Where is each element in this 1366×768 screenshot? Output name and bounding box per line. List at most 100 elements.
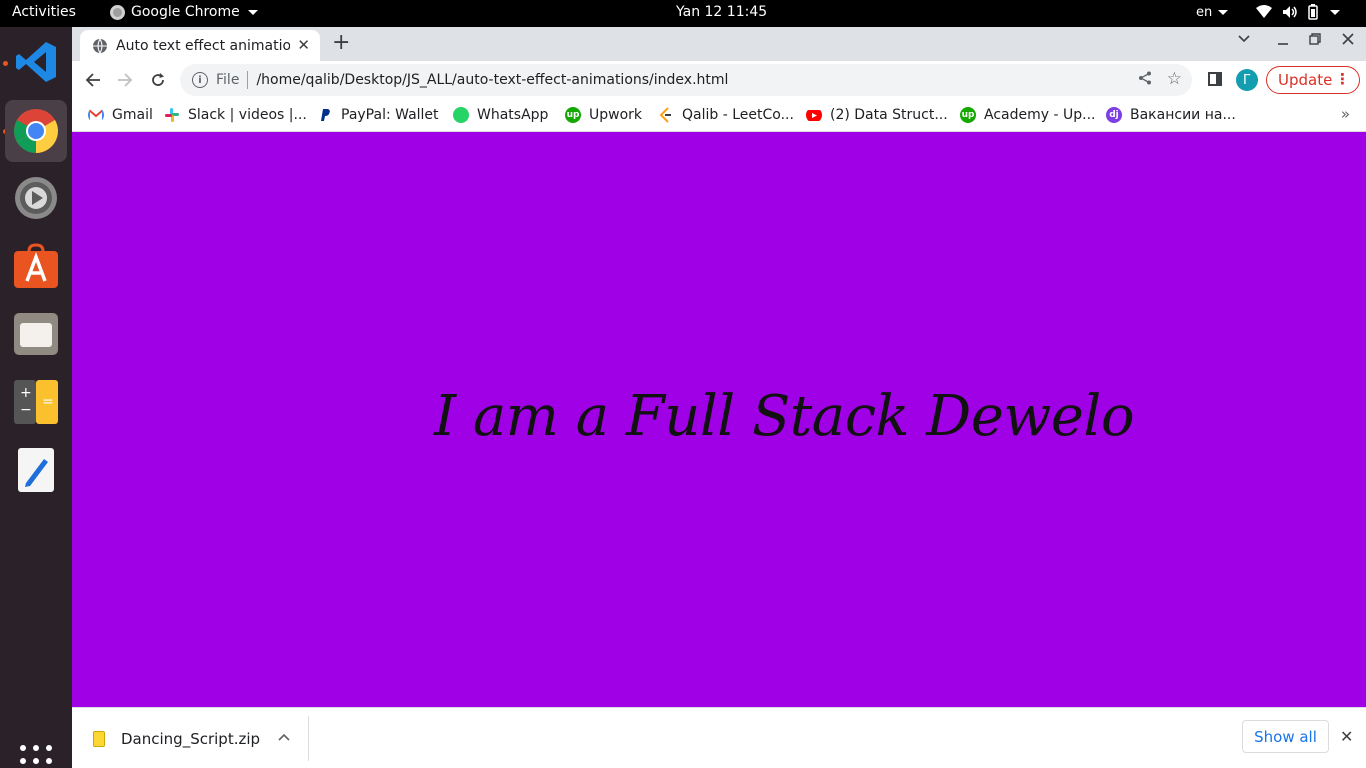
battery-icon xyxy=(1308,4,1318,20)
vscode-icon xyxy=(16,42,56,82)
app-menu[interactable]: Google Chrome xyxy=(110,4,258,20)
bookmark-slack[interactable]: Slack | videos |... xyxy=(164,104,307,126)
globe-icon xyxy=(93,38,107,53)
dock-settings[interactable] xyxy=(5,167,67,229)
restore-icon[interactable] xyxy=(1309,33,1321,49)
leetcode-icon xyxy=(659,107,671,123)
minimize-icon[interactable] xyxy=(1277,33,1289,49)
djinni-icon: dj xyxy=(1106,107,1122,123)
svg-text:−: − xyxy=(20,402,32,418)
volume-icon xyxy=(1283,6,1297,18)
bookmark-leetcode[interactable]: Qalib - LeetCo... xyxy=(658,104,794,126)
youtube-icon xyxy=(806,110,822,121)
bookmark-label: WhatsApp xyxy=(477,107,549,123)
bookmark-upwork[interactable]: up Upwork xyxy=(565,104,642,126)
ubuntu-software-icon xyxy=(14,243,58,288)
chevron-down-icon xyxy=(1330,9,1340,15)
show-applications-button[interactable] xyxy=(20,745,52,768)
bookmark-whatsapp[interactable]: WhatsApp xyxy=(453,104,548,126)
dock-software[interactable] xyxy=(5,235,67,297)
tab-strip: Auto text effect animatio ✕ + xyxy=(72,27,1366,61)
settings-icon xyxy=(15,177,57,219)
tab-search-icon[interactable] xyxy=(1238,33,1250,49)
svg-text:=: = xyxy=(42,394,54,410)
zip-file-icon xyxy=(93,730,105,747)
side-panel-icon[interactable] xyxy=(1208,72,1222,86)
slack-icon xyxy=(165,108,179,122)
download-item[interactable]: Dancing_Script.zip xyxy=(72,716,309,761)
dock-chrome[interactable] xyxy=(5,100,67,162)
arrow-right-icon xyxy=(118,73,133,87)
info-icon[interactable]: i xyxy=(192,72,208,88)
show-all-button[interactable]: Show all xyxy=(1242,720,1329,753)
whatsapp-icon xyxy=(453,107,469,123)
dock-calculator[interactable]: + − = xyxy=(5,371,67,433)
divider xyxy=(247,71,249,89)
url-text[interactable]: /home/qalib/Desktop/JS_ALL/auto-text-eff… xyxy=(256,72,728,88)
address-bar[interactable]: i File /home/qalib/Desktop/JS_ALL/auto-t… xyxy=(180,64,1192,96)
bookmark-label: Academy - Up... xyxy=(984,107,1096,123)
bookmark-label: Qalib - LeetCo... xyxy=(682,107,794,123)
update-label: Update xyxy=(1278,71,1333,89)
profile-avatar[interactable]: Г xyxy=(1236,69,1258,91)
activities-button[interactable]: Activities xyxy=(12,4,76,20)
tab-close-button[interactable]: ✕ xyxy=(297,36,310,54)
close-downloads-icon[interactable]: ✕ xyxy=(1340,727,1353,746)
app-menu-label: Google Chrome xyxy=(131,4,240,20)
dock-text-editor[interactable] xyxy=(5,439,67,501)
back-button[interactable] xyxy=(82,69,104,91)
tab-active[interactable]: Auto text effect animatio ✕ xyxy=(80,30,320,61)
upwork-icon: up xyxy=(960,107,976,123)
chrome-icon xyxy=(14,109,58,153)
system-top-bar: Activities Google Chrome Yan 12 11:45 en xyxy=(0,0,1366,27)
dock-files[interactable] xyxy=(5,303,67,365)
bookmark-youtube[interactable]: (2) Data Struct... xyxy=(806,104,948,126)
clock[interactable]: Yan 12 11:45 xyxy=(676,4,767,20)
dock: + − = xyxy=(0,27,72,768)
bookmark-academy[interactable]: up Academy - Up... xyxy=(960,104,1095,126)
chevron-down-icon xyxy=(1218,10,1229,15)
gmail-icon xyxy=(88,109,104,120)
bookmark-label: Slack | videos |... xyxy=(188,107,307,123)
system-tray[interactable] xyxy=(1256,4,1340,20)
upwork-icon: up xyxy=(565,107,581,123)
url-scheme: File xyxy=(216,72,240,88)
chevron-up-icon[interactable] xyxy=(278,730,290,744)
arrow-left-icon xyxy=(85,73,100,87)
bookmark-djinni[interactable]: dj Вакансии на... xyxy=(1106,104,1236,126)
kebab-menu-icon: ⋮ xyxy=(1335,70,1350,88)
close-window-icon[interactable] xyxy=(1342,33,1354,49)
animated-headline: I am a Full Stack Dewelo xyxy=(434,384,1135,449)
browser-toolbar: i File /home/qalib/Desktop/JS_ALL/auto-t… xyxy=(72,61,1366,99)
language-label: en xyxy=(1196,5,1213,20)
svg-text:+: + xyxy=(20,385,32,401)
text-editor-icon xyxy=(18,448,54,492)
bookmark-gmail[interactable]: Gmail xyxy=(88,104,153,126)
new-tab-button[interactable]: + xyxy=(332,32,350,54)
update-button[interactable]: Update ⋮ xyxy=(1266,66,1360,94)
bookmark-label: Вакансии на... xyxy=(1130,107,1236,123)
reload-icon xyxy=(152,73,164,86)
downloads-bar: Dancing_Script.zip Show all ✕ xyxy=(72,707,1366,768)
bookmarks-overflow-button[interactable]: » xyxy=(1341,105,1350,123)
files-icon xyxy=(14,313,58,355)
forward-button[interactable] xyxy=(114,69,136,91)
download-file-name: Dancing_Script.zip xyxy=(121,729,261,748)
bookmarks-bar: Gmail Slack | videos |... PayPal: Wallet… xyxy=(72,99,1366,132)
reload-button[interactable] xyxy=(147,69,169,91)
dock-vscode[interactable] xyxy=(5,31,67,93)
tab-title: Auto text effect animatio xyxy=(116,37,290,54)
bookmark-label: (2) Data Struct... xyxy=(830,107,948,123)
chevron-down-icon xyxy=(247,9,258,15)
chrome-window: Auto text effect animatio ✕ + i File /ho… xyxy=(72,27,1366,768)
share-icon[interactable] xyxy=(1138,71,1152,89)
page-content: I am a Full Stack Dewelo xyxy=(72,132,1366,707)
wifi-icon xyxy=(1256,5,1272,18)
language-indicator[interactable]: en xyxy=(1196,5,1229,20)
bookmark-label: PayPal: Wallet xyxy=(341,107,439,123)
bookmark-star-icon[interactable]: ☆ xyxy=(1167,69,1182,89)
bookmark-paypal[interactable]: PayPal: Wallet xyxy=(317,104,439,126)
calculator-icon: +− = xyxy=(14,380,58,424)
chrome-icon xyxy=(110,4,125,20)
paypal-icon xyxy=(321,109,330,121)
